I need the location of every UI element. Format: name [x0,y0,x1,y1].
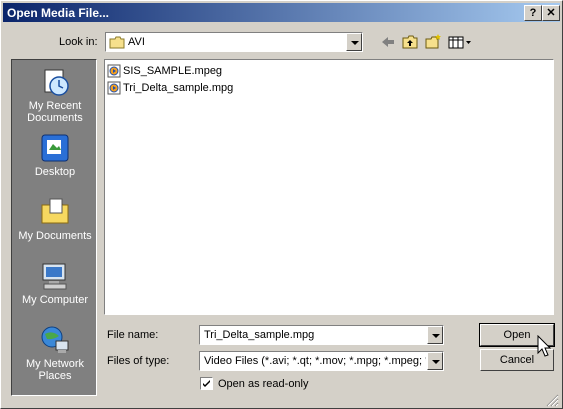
resize-grip-icon[interactable] [546,394,559,407]
file-name-value: Tri_Delta_sample.mpg [204,329,315,341]
back-arrow-icon[interactable] [379,33,397,51]
chevron-down-icon[interactable] [427,326,443,344]
place-label: My Recent [28,100,82,112]
place-label: Places [38,370,72,382]
file-type-value: Video Files (*.avi; *.qt; *.mov; *.mpg; … [204,355,426,367]
checkmark-icon [203,380,210,387]
place-label: My Network [25,358,85,370]
window-title: Open Media File... [7,6,110,20]
open-media-dialog: Open Media File... ? ✕ Look in: AVI My R… [0,0,563,409]
place-network-places[interactable]: My Network Places [12,324,98,382]
new-folder-icon[interactable] [424,33,442,51]
file-name-input[interactable]: Tri_Delta_sample.mpg [199,325,444,345]
view-menu-icon[interactable] [447,33,473,51]
chevron-down-icon[interactable] [427,352,443,370]
look-in-label: Look in: [59,36,98,48]
media-file-icon [107,64,121,78]
place-label: Desktop [34,166,76,178]
list-item[interactable]: Tri_Delta_sample.mpg [107,80,233,96]
media-file-icon [107,81,121,95]
list-item[interactable]: SIS_SAMPLE.mpeg [107,63,222,79]
help-button[interactable]: ? [524,5,542,21]
place-my-documents[interactable]: My Documents [12,196,98,242]
place-label: My Documents [18,230,92,242]
chevron-down-icon[interactable] [346,33,362,51]
desktop-icon [41,134,69,162]
read-only-checkbox[interactable] [200,377,213,390]
file-type-label: Files of type: [107,355,170,367]
file-name: SIS_SAMPLE.mpeg [123,65,223,77]
place-desktop[interactable]: Desktop [12,132,98,178]
place-my-computer[interactable]: My Computer [12,260,98,306]
place-recent-documents[interactable]: My Recent Documents [12,66,98,124]
place-label: My Computer [21,294,89,306]
up-folder-icon[interactable] [401,33,419,51]
file-type-dropdown[interactable]: Video Files (*.avi; *.qt; *.mov; *.mpg; … [199,351,444,371]
my-computer-icon [42,263,67,290]
mouse-cursor-icon [537,335,552,357]
recent-documents-icon [44,69,69,96]
file-list[interactable]: SIS_SAMPLE.mpeg Tri_Delta_sample.mpg [104,59,554,315]
file-name: Tri_Delta_sample.mpg [123,82,234,94]
look-in-value: AVI [128,36,145,48]
my-documents-icon [41,198,69,224]
close-button[interactable]: ✕ [542,5,560,21]
title-bar[interactable]: Open Media File... ? ✕ [3,3,560,22]
folder-icon [109,36,125,49]
read-only-label: Open as read-only [218,378,309,390]
places-bar: My Recent Documents Desktop My Documents [11,59,97,396]
network-places-icon [41,326,69,353]
look-in-dropdown[interactable]: AVI [105,32,363,52]
place-label: Documents [27,112,83,124]
file-name-label: File name: [107,329,159,341]
